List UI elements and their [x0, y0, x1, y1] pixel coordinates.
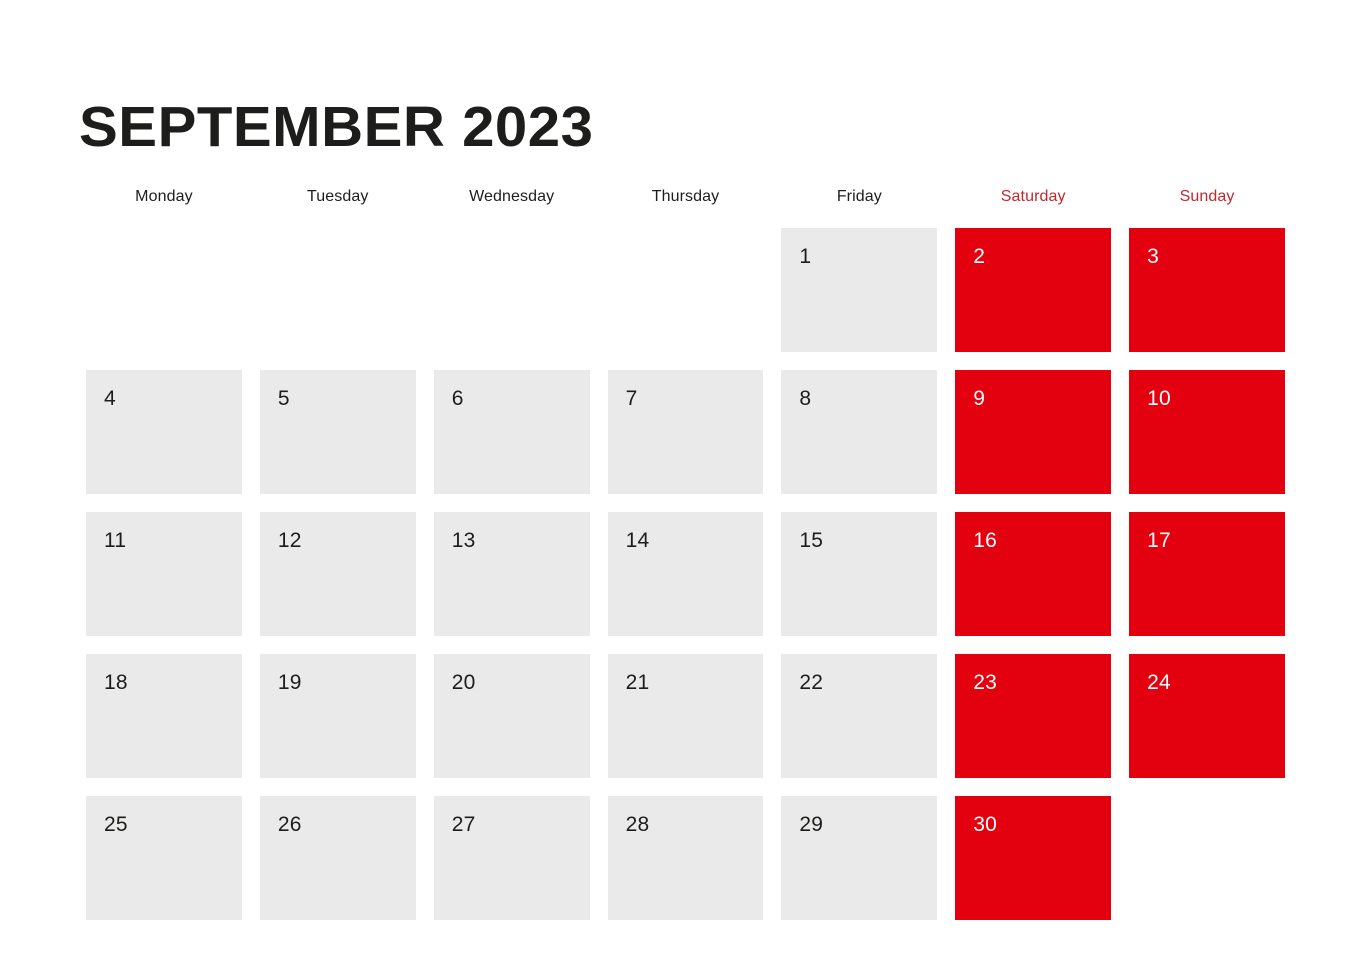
day-cell[interactable]: 20 — [433, 654, 590, 778]
day-cell — [260, 228, 416, 352]
day-number: 2 — [973, 245, 986, 268]
week-row: 4 5 6 7 8 9 10 — [86, 370, 1285, 494]
weekday-header-monday: Monday — [135, 188, 193, 205]
week-row: 18 19 20 21 22 23 24 — [86, 654, 1285, 778]
day-cell[interactable]: 13 — [433, 512, 590, 636]
day-cell[interactable]: 27 — [433, 796, 590, 920]
day-number: 25 — [104, 813, 128, 836]
day-number: 4 — [104, 387, 116, 410]
weekday-header-sunday: Sunday — [1179, 188, 1235, 205]
day-cell[interactable]: 16 — [955, 512, 1112, 636]
day-number: 19 — [277, 671, 302, 694]
day-cell[interactable]: 5 — [259, 370, 416, 494]
day-number: 14 — [625, 529, 650, 552]
calendar-grid: Monday Tuesday Wednesday Thursday Friday… — [86, 186, 1285, 920]
day-number: 9 — [973, 387, 986, 410]
day-cell[interactable]: 8 — [781, 370, 938, 494]
day-cell[interactable]: 9 — [955, 370, 1112, 494]
day-cell[interactable]: 12 — [259, 512, 416, 636]
day-cell[interactable]: 2 — [955, 228, 1112, 352]
day-number: 13 — [451, 529, 476, 552]
day-number: 20 — [451, 671, 476, 694]
calendar-page: SEPTEMBER 2023 Monday Tuesday Wednesday … — [0, 0, 1371, 980]
day-cell[interactable]: 10 — [1129, 370, 1285, 494]
day-number: 8 — [799, 387, 812, 410]
day-number: 12 — [277, 529, 302, 552]
day-cell[interactable]: 25 — [86, 796, 242, 920]
day-number: 6 — [451, 387, 464, 410]
day-number: 1 — [799, 245, 812, 268]
day-number: 21 — [625, 671, 650, 694]
weekday-header-thursday: Thursday — [651, 188, 720, 205]
day-cell[interactable]: 21 — [607, 654, 764, 778]
weekday-header-wednesday: Wednesday — [469, 188, 555, 205]
day-cell[interactable]: 19 — [259, 654, 416, 778]
day-cell[interactable]: 18 — [86, 654, 242, 778]
day-cell[interactable]: 3 — [1129, 228, 1285, 352]
day-number: 3 — [1147, 245, 1160, 268]
page-title: SEPTEMBER 2023 — [79, 95, 594, 159]
weekday-header-tuesday: Tuesday — [307, 188, 369, 205]
day-cell — [86, 228, 242, 352]
day-cell[interactable]: 4 — [86, 370, 242, 494]
day-number: 28 — [625, 813, 650, 836]
day-cell[interactable]: 6 — [433, 370, 590, 494]
day-cell[interactable]: 30 — [955, 796, 1112, 920]
day-number: 29 — [799, 813, 824, 836]
day-cell[interactable]: 23 — [955, 654, 1112, 778]
day-number: 30 — [973, 813, 998, 836]
day-number: 5 — [277, 387, 290, 410]
week-row: 11 12 13 14 15 16 17 — [86, 512, 1285, 636]
day-cell — [1129, 796, 1285, 920]
day-cell[interactable]: 1 — [781, 228, 938, 352]
day-number: 23 — [973, 671, 998, 694]
day-cell[interactable]: 17 — [1129, 512, 1285, 636]
day-number: 10 — [1147, 387, 1171, 410]
week-row: 25 26 27 28 29 30 — [86, 796, 1285, 920]
day-cell[interactable]: 11 — [86, 512, 242, 636]
day-cell[interactable]: 28 — [607, 796, 764, 920]
day-number: 7 — [625, 387, 638, 410]
day-cell[interactable]: 22 — [781, 654, 938, 778]
day-number: 11 — [104, 529, 127, 552]
day-number: 22 — [799, 671, 824, 694]
day-number: 24 — [1147, 671, 1171, 694]
day-number: 16 — [973, 529, 998, 552]
day-number: 15 — [799, 529, 824, 552]
week-row: 1 2 3 — [86, 228, 1285, 352]
day-cell[interactable]: 24 — [1129, 654, 1285, 778]
weekday-header-row: Monday Tuesday Wednesday Thursday Friday… — [86, 186, 1285, 216]
day-number: 17 — [1147, 529, 1171, 552]
day-cell — [434, 228, 590, 352]
day-cell[interactable]: 29 — [781, 796, 938, 920]
day-number: 26 — [277, 813, 302, 836]
weekday-header-friday: Friday — [836, 188, 882, 205]
day-cell[interactable]: 7 — [607, 370, 764, 494]
day-cell[interactable]: 26 — [259, 796, 416, 920]
day-cell[interactable]: 15 — [781, 512, 938, 636]
day-number: 27 — [451, 813, 476, 836]
day-cell[interactable]: 14 — [607, 512, 764, 636]
day-cell — [608, 228, 764, 352]
weekday-header-saturday: Saturday — [1000, 188, 1066, 205]
day-number: 18 — [104, 671, 128, 694]
